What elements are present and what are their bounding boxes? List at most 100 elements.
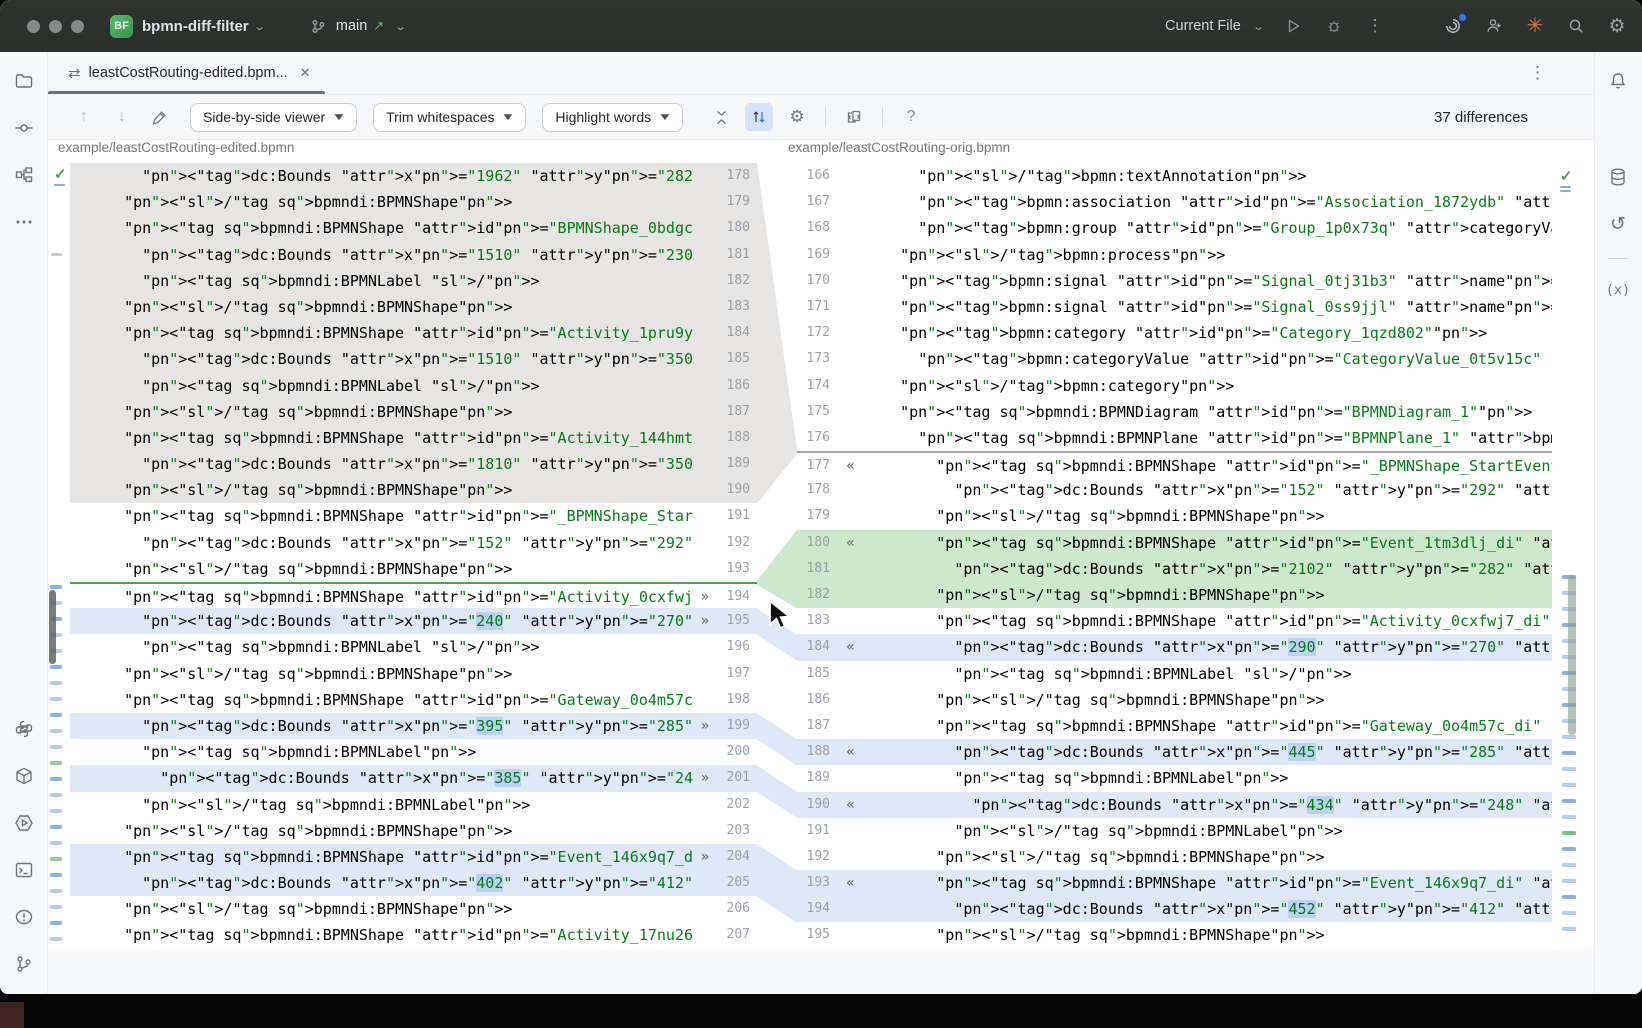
diff-map-mark[interactable] <box>50 697 62 701</box>
line-number[interactable]: 206 <box>717 896 757 922</box>
line-number[interactable]: 203 <box>717 818 757 844</box>
code-line[interactable]: "pn"><"tag sq">bpmndi:BPMNShape "attr">i… <box>864 530 1552 556</box>
line-number[interactable]: 177 <box>797 451 837 477</box>
search-icon[interactable] <box>1565 15 1587 37</box>
line-number[interactable]: 188 <box>717 425 757 451</box>
line-number[interactable]: 178 <box>717 163 757 189</box>
line-number[interactable]: 176 <box>797 425 837 451</box>
left-line-numbers[interactable]: 1781791801811821831841851861871881891901… <box>717 163 757 949</box>
line-number[interactable]: 196 <box>717 634 757 660</box>
code-line[interactable]: "pn"><"tag sq">bpmndi:BPMNDiagram "attr"… <box>864 399 1552 425</box>
code-line[interactable]: "pn"><"tag sq">bpmndi:BPMNShape "attr">i… <box>864 451 1552 477</box>
code-line[interactable]: "pn"><"sl">/"tag sq">bpmndi:BPMNShape"pn… <box>70 399 693 425</box>
line-number[interactable]: 192 <box>797 844 837 870</box>
line-number[interactable]: 183 <box>717 294 757 320</box>
code-line[interactable]: "pn"><"tag">dc:Bounds "attr">x"pn">="210… <box>864 556 1552 582</box>
more-icon[interactable] <box>7 205 41 239</box>
code-line[interactable]: "pn"><"sl">/"tag sq">bpmndi:BPMNShape"pn… <box>70 556 693 582</box>
code-line[interactable]: "pn"><"tag">bpmn:category "attr">id"pn">… <box>864 320 1552 346</box>
commit-icon[interactable] <box>7 111 41 145</box>
diff-map-mark[interactable] <box>50 761 62 765</box>
diff-map-mark[interactable] <box>50 905 62 909</box>
line-number[interactable]: 191 <box>717 503 757 529</box>
code-line[interactable]: "pn"><"tag sq">bpmndi:BPMNShape "attr">i… <box>864 608 1552 634</box>
code-line[interactable]: "pn"><"sl">/"tag sq">bpmndi:BPMNShape"pn… <box>70 818 693 844</box>
line-number[interactable]: 207 <box>717 922 757 948</box>
line-number[interactable]: 181 <box>797 556 837 582</box>
diff-map-mark[interactable] <box>50 889 62 893</box>
code-line[interactable]: "pn"><"tag">dc:Bounds "attr">x"pn">="151… <box>70 242 693 268</box>
line-number[interactable]: 167 <box>797 189 837 215</box>
code-line[interactable]: "pn"><"tag">bpmn:association "attr">id"p… <box>864 189 1552 215</box>
line-number[interactable]: 184 <box>797 634 837 660</box>
line-number[interactable]: 172 <box>797 320 837 346</box>
services-icon[interactable] <box>7 806 41 840</box>
line-number[interactable]: 200 <box>717 739 757 765</box>
line-number[interactable]: 198 <box>717 687 757 713</box>
code-line[interactable]: "pn"><"tag">dc:Bounds "attr">x"pn">="152… <box>864 477 1552 503</box>
code-line[interactable]: "pn"><"tag sq">bpmndi:BPMNLabel "sl">/"p… <box>70 268 693 294</box>
diff-map-mark[interactable] <box>50 937 62 941</box>
diff-map-mark[interactable] <box>1562 863 1576 867</box>
line-number[interactable]: 199 <box>717 713 757 739</box>
apply-change-chevron-icon[interactable]: » <box>693 608 717 634</box>
code-line[interactable]: "pn"><"tag sq">bpmndi:BPMNLabel"pn">> <box>70 739 693 765</box>
code-line[interactable]: "pn"><"tag sq">bpmndi:BPMNShape "attr">i… <box>70 844 693 870</box>
line-number[interactable]: 197 <box>717 661 757 687</box>
diff-map-mark[interactable] <box>50 729 62 733</box>
right-line-numbers[interactable]: 1661671681691701711721731741751761771781… <box>797 163 837 949</box>
line-number[interactable]: 195 <box>797 922 837 948</box>
code-line[interactable]: "pn"><"tag">dc:Bounds "attr">x"pn">="196… <box>70 163 693 189</box>
diff-map-mark[interactable] <box>50 793 62 797</box>
line-number[interactable]: 202 <box>717 792 757 818</box>
diff-map-mark[interactable] <box>1562 847 1576 851</box>
diff-map-mark[interactable] <box>50 585 62 589</box>
code-line[interactable]: "pn"><"sl">/"tag sq">bpmndi:BPMNLabel"pn… <box>864 818 1552 844</box>
code-line[interactable]: "pn"><"tag">dc:Bounds "attr">x"pn">="181… <box>70 451 693 477</box>
line-number[interactable]: 170 <box>797 268 837 294</box>
code-line[interactable]: "pn"><"tag sq">bpmndi:BPMNLabel "sl">/"p… <box>70 634 693 660</box>
code-line[interactable]: "pn"><"tag">dc:Bounds "attr">x"pn">="290… <box>864 634 1552 660</box>
diff-map-mark[interactable] <box>1562 767 1576 771</box>
diff-map-mark[interactable] <box>1562 735 1576 739</box>
line-number[interactable]: 195 <box>717 608 757 634</box>
code-line[interactable]: "pn"><"sl">/"tag sq">bpmndi:BPMNShape"pn… <box>864 687 1552 713</box>
left-editor-pane[interactable]: "pn"><"tag">dc:Bounds "attr">x"pn">="196… <box>70 163 693 949</box>
line-number[interactable]: 171 <box>797 294 837 320</box>
code-line[interactable]: "pn"><"tag sq">bpmndi:BPMNLabel "sl">/"p… <box>864 661 1552 687</box>
apply-change-chevron-icon[interactable]: « <box>837 451 864 477</box>
line-number[interactable]: 180 <box>717 215 757 241</box>
close-icon[interactable]: ✕ <box>300 65 311 81</box>
line-number[interactable]: 173 <box>797 346 837 372</box>
collapse-unchanged-icon[interactable] <box>707 103 735 131</box>
problems-icon[interactable] <box>7 900 41 934</box>
line-number[interactable]: 201 <box>717 765 757 791</box>
code-line[interactable]: "pn"><"sl">/"tag sq">bpmndi:BPMNShape"pn… <box>864 844 1552 870</box>
line-number[interactable]: 188 <box>797 739 837 765</box>
code-line[interactable]: "pn"><"tag sq">bpmndi:BPMNLabel"pn">> <box>864 765 1552 791</box>
diff-map-mark[interactable] <box>1562 895 1576 899</box>
line-number[interactable]: 193 <box>797 870 837 896</box>
apply-change-chevron-icon[interactable]: « <box>837 634 864 660</box>
line-number[interactable]: 184 <box>717 320 757 346</box>
notifications-icon[interactable] <box>1601 64 1635 98</box>
diff-map-mark[interactable] <box>50 681 62 685</box>
code-line[interactable]: "pn"><"tag sq">bpmndi:BPMNShape "attr">i… <box>70 425 693 451</box>
line-number[interactable]: 181 <box>717 242 757 268</box>
code-line[interactable]: "pn"><"sl">/"tag">bpmn:textAnnotation"pn… <box>864 163 1552 189</box>
line-number[interactable]: 185 <box>717 346 757 372</box>
minimize-window-button[interactable] <box>49 20 62 33</box>
debug-button[interactable] <box>1323 15 1345 37</box>
diff-map-mark[interactable] <box>1562 751 1576 755</box>
apply-change-chevron-icon[interactable]: » <box>693 713 717 739</box>
diff-map-mark[interactable] <box>50 825 62 829</box>
code-line[interactable]: "pn"><"tag">dc:Bounds "attr">x"pn">="434… <box>864 792 1552 818</box>
diff-map-mark[interactable] <box>1562 815 1576 819</box>
next-difference-button[interactable]: ↓ <box>108 103 136 131</box>
code-line[interactable]: "pn"><"tag">dc:Bounds "attr">x"pn">="151… <box>70 346 693 372</box>
database-icon[interactable] <box>1601 160 1635 194</box>
left-scrollbar-thumb[interactable] <box>49 590 56 664</box>
ai-assistant-icon[interactable] <box>1442 15 1464 37</box>
apply-change-chevron-icon[interactable]: « <box>837 792 864 818</box>
code-line[interactable]: "pn"><"tag">dc:Bounds "attr">x"pn">="152… <box>70 530 693 556</box>
